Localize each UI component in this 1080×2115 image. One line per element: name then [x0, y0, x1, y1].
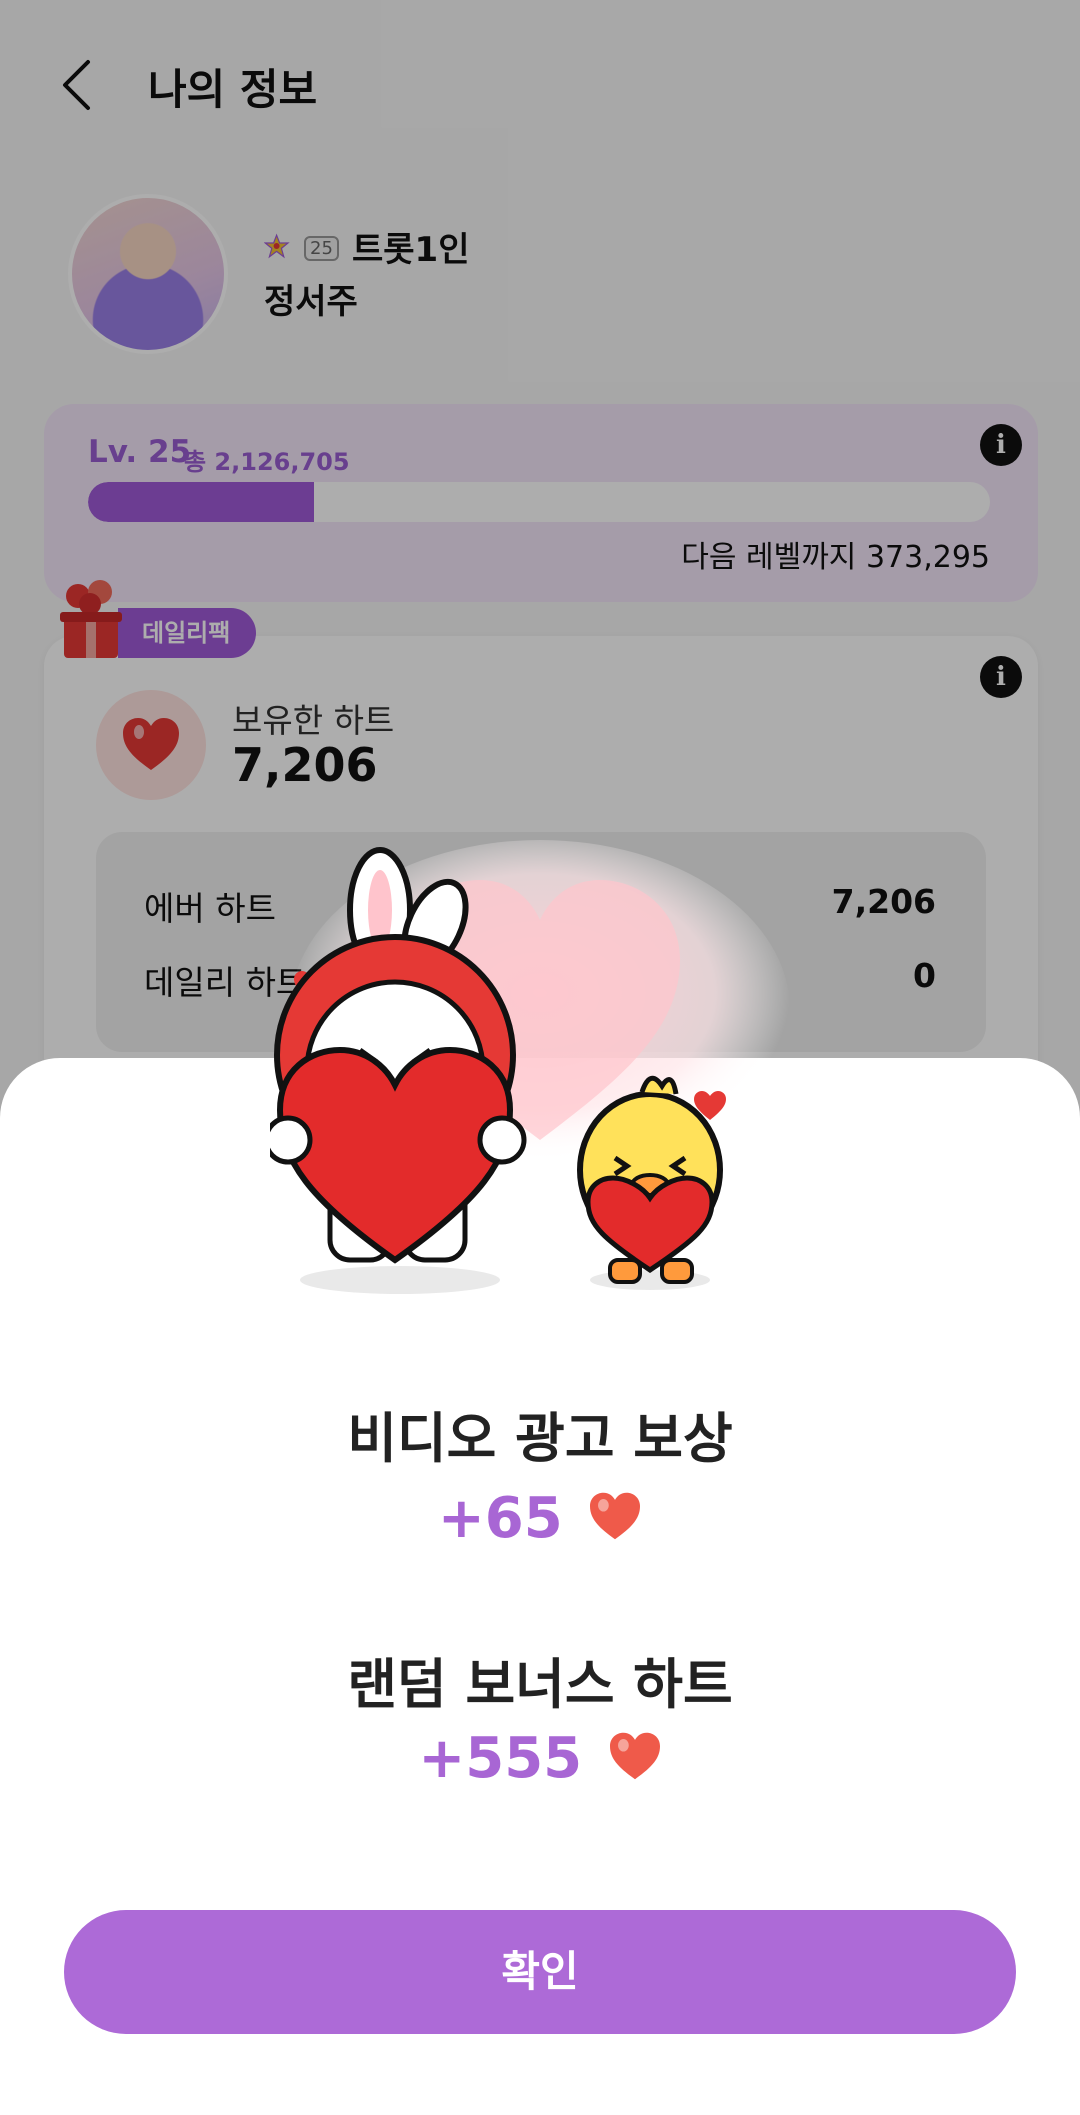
random-bonus-amount: +555: [0, 1726, 1080, 1791]
confirm-button[interactable]: 확인: [64, 1910, 1016, 2034]
random-bonus-title: 랜덤 보너스 하트: [347, 1653, 733, 1716]
video-ad-reward-value: +65: [437, 1486, 563, 1551]
video-ad-reward-title: 비디오 광고 보상: [347, 1407, 733, 1470]
mascot-illustration: [270, 840, 790, 1294]
video-ad-reward-amount: +65: [0, 1486, 1080, 1551]
random-bonus-value: +555: [418, 1726, 583, 1791]
heart-icon: [609, 1732, 660, 1780]
heart-icon: [590, 1492, 641, 1540]
